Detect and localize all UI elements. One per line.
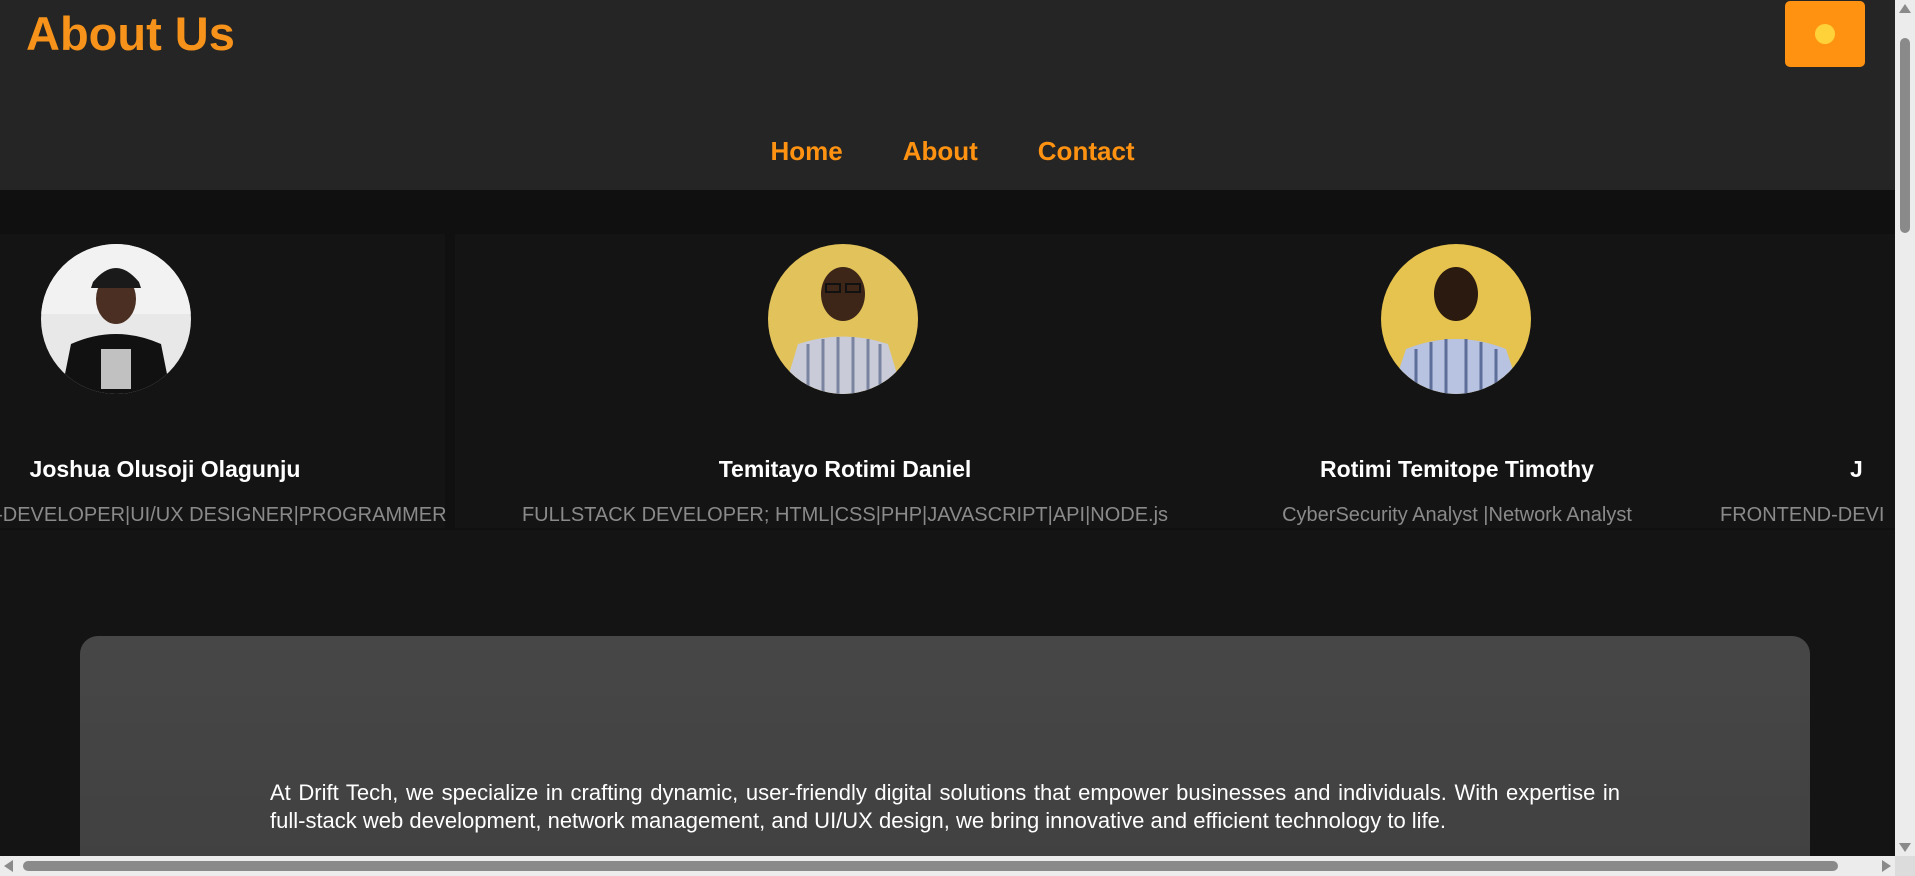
nav-item-contact[interactable]: Contact [1038, 136, 1135, 167]
scrollbar-corner [1895, 856, 1915, 876]
scrollbar-thumb[interactable] [23, 861, 1838, 871]
member-role: FRONTEND-DEVI [1720, 504, 1885, 526]
site-header: About Us Home About Contact [0, 0, 1895, 190]
scroll-left-arrow-icon[interactable] [4, 860, 13, 872]
member-name: Joshua Olusoji Olagunju [29, 456, 301, 482]
about-text: At Drift Tech, we specialize in crafting… [270, 780, 1620, 833]
team-card: J FRONTEND-DEVI [1680, 234, 1895, 528]
avatar [41, 244, 191, 394]
member-role: FULLSTACK DEVELOPER; HTML|CSS|PHP|JAVASC… [521, 504, 1169, 526]
theme-toggle-button[interactable] [1785, 1, 1865, 67]
main-nav: Home About Contact [0, 136, 1895, 167]
team-carousel[interactable]: Joshua Olusoji Olagunju FRONTEND-DEVELOP… [0, 190, 1895, 530]
nav-item-about[interactable]: About [903, 136, 978, 167]
avatar [1381, 244, 1531, 394]
team-card: Rotimi Temitope Timothy CyberSecurity An… [1222, 234, 1692, 528]
person-photo-icon [41, 244, 191, 394]
sun-icon [1815, 24, 1835, 44]
member-name: Temitayo Rotimi Daniel [718, 456, 972, 482]
member-role: FRONTEND-DEVELOPER|UI/UX DESIGNER|PROGRA… [0, 504, 447, 526]
team-card: Temitayo Rotimi Daniel FULLSTACK DEVELOP… [455, 234, 1235, 528]
nav-item-home[interactable]: Home [770, 136, 842, 167]
avatar [768, 244, 918, 394]
person-photo-icon [768, 244, 918, 394]
member-name: Rotimi Temitope Timothy [1320, 456, 1594, 482]
member-role: CyberSecurity Analyst |Network Analyst [1282, 504, 1632, 526]
person-photo-icon [1381, 244, 1531, 394]
vertical-scrollbar[interactable] [1895, 0, 1915, 856]
scroll-down-arrow-icon[interactable] [1899, 843, 1911, 852]
about-section: At Drift Tech, we specialize in crafting… [80, 636, 1810, 856]
page-viewport: About Us Home About Contact Joshua Oluso… [0, 0, 1895, 856]
member-name: J [1850, 456, 1863, 482]
page-title: About Us [26, 7, 235, 60]
horizontal-scrollbar[interactable] [0, 856, 1895, 876]
scroll-up-arrow-icon[interactable] [1899, 4, 1911, 13]
scrollbar-thumb[interactable] [1900, 38, 1910, 233]
team-card: Joshua Olusoji Olagunju FRONTEND-DEVELOP… [0, 234, 447, 528]
scroll-right-arrow-icon[interactable] [1882, 860, 1891, 872]
